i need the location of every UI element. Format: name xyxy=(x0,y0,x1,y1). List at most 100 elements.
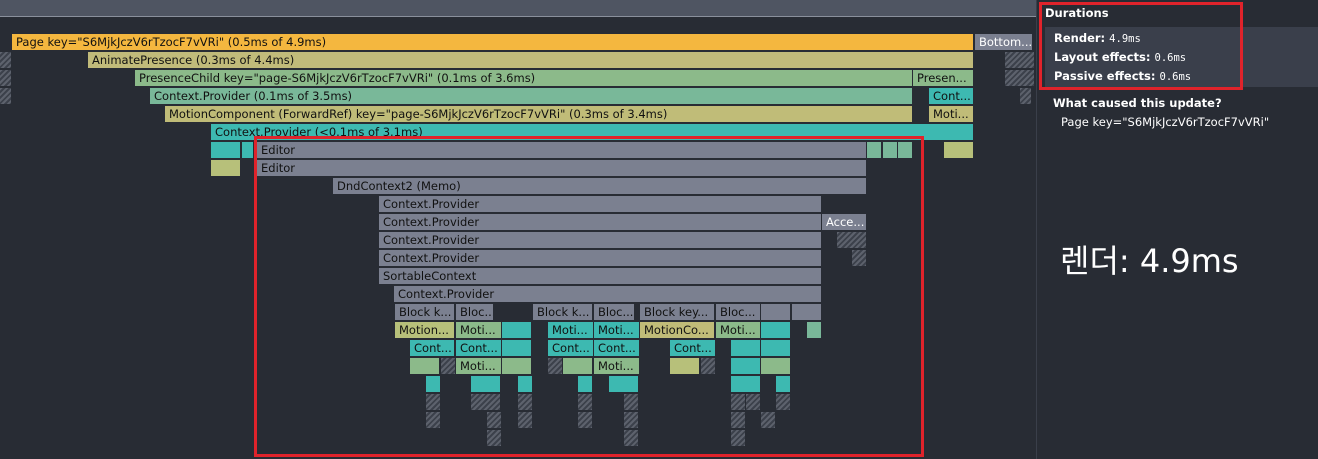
flame-bar[interactable]: Context.Provider xyxy=(394,286,822,303)
flame-bar-small[interactable] xyxy=(563,358,593,375)
unrendered-bar[interactable] xyxy=(701,358,716,375)
unrendered-bar[interactable] xyxy=(1020,88,1032,105)
unrendered-bar[interactable] xyxy=(548,358,563,375)
unrendered-bar[interactable] xyxy=(624,412,639,429)
flame-bar[interactable]: Bloc... xyxy=(716,304,761,321)
unrendered-bar[interactable] xyxy=(487,430,502,447)
flame-bar[interactable]: Block key... xyxy=(640,304,715,321)
unrendered-bar[interactable] xyxy=(776,394,791,411)
flame-bar[interactable]: Acce... xyxy=(822,214,867,231)
flame-bar[interactable]: PresenceChild key="page-S6MjkJczV6rTzocF… xyxy=(135,70,913,87)
flame-bar-small[interactable] xyxy=(426,376,441,393)
unrendered-bar[interactable] xyxy=(578,394,593,411)
flame-bar[interactable]: Editor xyxy=(257,160,867,177)
flame-bar[interactable]: SortableContext xyxy=(379,268,822,285)
flame-bar[interactable]: Bloc... xyxy=(594,304,635,321)
flame-bar[interactable]: Moti... xyxy=(456,322,502,339)
unrendered-bar[interactable] xyxy=(0,70,12,87)
flame-bar-small[interactable] xyxy=(944,142,974,159)
unrendered-bar[interactable] xyxy=(624,430,639,447)
flame-bar[interactable]: Motion... xyxy=(395,322,455,339)
flame-bar-small[interactable] xyxy=(761,322,791,339)
flame-bar[interactable]: Cont... xyxy=(594,340,640,357)
flame-bar-small[interactable] xyxy=(867,142,882,159)
flame-bar-small[interactable] xyxy=(518,376,533,393)
flame-bar[interactable]: Context.Provider xyxy=(379,214,822,231)
flame-bar[interactable]: Moti... xyxy=(716,322,761,339)
flame-bar-small[interactable] xyxy=(471,376,501,393)
flame-bar[interactable]: Moti... xyxy=(548,322,594,339)
flame-bar[interactable]: Bloc... xyxy=(456,304,494,321)
flame-bar[interactable]: Bottom... xyxy=(975,34,1033,51)
flame-bar[interactable]: MotionComponent (ForwardRef) key="page-S… xyxy=(165,106,913,123)
unrendered-bar[interactable] xyxy=(0,88,12,105)
unrendered-bar[interactable] xyxy=(731,430,746,447)
flame-bar-small[interactable] xyxy=(883,142,898,159)
flame-bar[interactable]: Cont... xyxy=(548,340,594,357)
update-cause-title: What caused this update? xyxy=(1053,96,1222,110)
unrendered-bar[interactable] xyxy=(426,394,441,411)
unrendered-bar[interactable] xyxy=(471,394,501,411)
flame-bar[interactable]: Block k... xyxy=(533,304,593,321)
unrendered-bar[interactable] xyxy=(518,394,533,411)
flame-bar-small[interactable] xyxy=(792,304,822,321)
flame-bar-small[interactable] xyxy=(410,358,440,375)
flame-bar-small[interactable] xyxy=(211,160,241,177)
flame-bar[interactable]: Cont... xyxy=(410,340,455,357)
flame-bar[interactable]: Context.Provider xyxy=(379,196,822,213)
flame-bar-small[interactable] xyxy=(761,304,791,321)
flame-bar[interactable]: Cont... xyxy=(670,340,716,357)
flame-bar-small[interactable] xyxy=(242,142,254,159)
unrendered-bar[interactable] xyxy=(731,394,746,411)
flame-bar[interactable]: Moti... xyxy=(594,322,640,339)
flame-bar-small[interactable] xyxy=(578,376,593,393)
flame-bar-small[interactable] xyxy=(211,142,241,159)
unrendered-bar[interactable] xyxy=(761,412,776,429)
unrendered-bar[interactable] xyxy=(837,232,867,249)
flame-bar-small[interactable] xyxy=(761,358,791,375)
unrendered-bar[interactable] xyxy=(1005,52,1035,69)
unrendered-bar[interactable] xyxy=(487,412,502,429)
flame-bar[interactable]: Block k... xyxy=(395,304,455,321)
unrendered-bar[interactable] xyxy=(426,412,441,429)
flame-bar-small[interactable] xyxy=(761,340,791,357)
unrendered-bar[interactable] xyxy=(441,358,456,375)
unrendered-bar[interactable] xyxy=(852,250,867,267)
flame-bar[interactable]: MotionCo... xyxy=(640,322,715,339)
flame-bar[interactable]: Presen... xyxy=(913,70,974,87)
flame-bar[interactable]: Context.Provider (0.1ms of 3.5ms) xyxy=(150,88,913,105)
flame-bar[interactable]: Cont... xyxy=(456,340,502,357)
flame-bar[interactable]: Context.Provider xyxy=(379,250,822,267)
flame-bar-small[interactable] xyxy=(502,358,532,375)
unrendered-bar[interactable] xyxy=(624,394,639,411)
unrendered-bar[interactable] xyxy=(1005,70,1035,87)
flame-bar-small[interactable] xyxy=(731,358,761,375)
flame-bar[interactable]: Context.Provider (<0.1ms of 3.1ms) xyxy=(211,124,973,141)
unrendered-bar[interactable] xyxy=(731,412,746,429)
flame-bar[interactable]: Page key="S6MjkJczV6rTzocF7vVRi" (0.5ms … xyxy=(12,34,974,51)
flame-bar-small[interactable] xyxy=(776,376,791,393)
flame-bar-small[interactable] xyxy=(731,340,761,357)
flame-bar[interactable]: Moti... xyxy=(929,106,974,123)
flame-bar[interactable]: Moti... xyxy=(456,358,502,375)
flame-bar[interactable]: Context.Provider xyxy=(379,232,822,249)
unrendered-bar[interactable] xyxy=(0,52,12,69)
commit-timeline-bar[interactable] xyxy=(0,0,1036,16)
unrendered-bar[interactable] xyxy=(518,412,533,429)
flame-bar-small[interactable] xyxy=(670,358,700,375)
flame-bar-small[interactable] xyxy=(944,124,974,141)
unrendered-bar[interactable] xyxy=(746,394,761,411)
flame-bar[interactable]: Cont... xyxy=(929,88,974,105)
flame-bar-small[interactable] xyxy=(502,322,532,339)
flame-bar[interactable]: AnimatePresence (0.3ms of 4.4ms) xyxy=(88,52,974,69)
flame-bar[interactable]: DndContext2 (Memo) xyxy=(333,178,867,195)
update-cause-item[interactable]: Page key="S6MjkJczV6rTzocF7vVRi" xyxy=(1061,115,1269,129)
flame-bar-small[interactable] xyxy=(898,142,913,159)
flame-bar-small[interactable] xyxy=(731,376,761,393)
unrendered-bar[interactable] xyxy=(578,412,593,429)
flame-bar-small[interactable] xyxy=(502,340,532,357)
flame-bar[interactable]: Editor xyxy=(257,142,867,159)
flame-bar-small[interactable] xyxy=(807,322,822,339)
flame-bar-small[interactable] xyxy=(609,376,639,393)
flame-bar[interactable]: Moti... xyxy=(594,358,640,375)
